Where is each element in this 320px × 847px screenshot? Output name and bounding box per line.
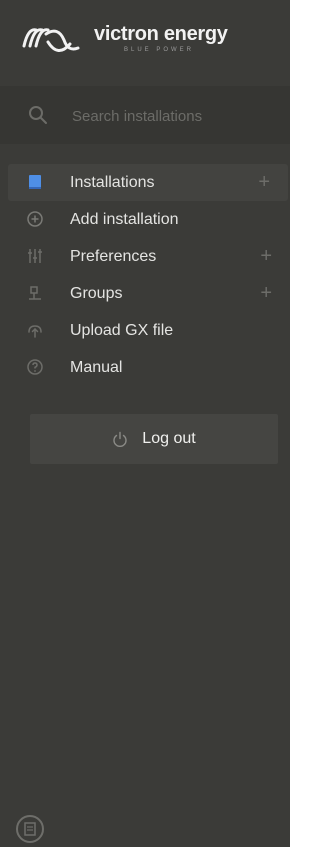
menu-item-installations[interactable]: Installations +: [8, 164, 288, 201]
upload-icon: [28, 325, 42, 338]
menu-item-preferences[interactable]: Preferences +: [0, 238, 290, 275]
sliders-icon: [28, 249, 42, 263]
power-icon: [113, 431, 127, 447]
installations-icon: [29, 175, 41, 189]
brand-name: victron energy: [94, 22, 228, 45]
menu-item-label: Groups: [70, 284, 123, 302]
menu-item-groups[interactable]: Groups +: [0, 275, 290, 312]
content-edge: [290, 0, 298, 847]
groups-icon: [29, 286, 41, 300]
logout-label: Log out: [142, 430, 196, 447]
victron-logo-mark-icon: [22, 28, 80, 52]
menu-item-manual[interactable]: Manual: [0, 349, 290, 386]
search-icon: [29, 106, 47, 124]
menu-item-label: Upload GX file: [70, 321, 174, 339]
nav-menu: Installations + Add installation Prefere…: [0, 164, 290, 386]
logo-text: victron energy BLUE POWER: [94, 24, 228, 53]
expand-plus-icon[interactable]: +: [258, 172, 270, 192]
search-input[interactable]: [70, 104, 274, 128]
search-bar: [0, 86, 290, 144]
logout-button[interactable]: Log out: [30, 414, 278, 464]
victron-logo[interactable]: victron energy BLUE POWER: [18, 18, 228, 58]
menu-item-label: Installations: [70, 173, 155, 191]
help-circle-icon: [27, 359, 43, 375]
sidebar: victron energy BLUE POWER Installations …: [0, 0, 290, 847]
menu-item-add-installation[interactable]: Add installation: [0, 201, 290, 238]
menu-item-label: Preferences: [70, 247, 157, 265]
add-circle-icon: [27, 211, 43, 227]
menu-item-label: Manual: [70, 358, 123, 376]
expand-plus-icon[interactable]: +: [260, 246, 272, 266]
collapse-sidebar-button[interactable]: [16, 815, 44, 843]
expand-plus-icon[interactable]: +: [260, 283, 272, 303]
menu-item-label: Add installation: [70, 210, 179, 228]
menu-item-upload-gx-file[interactable]: Upload GX file: [0, 312, 290, 349]
list-icon: [24, 822, 36, 836]
brand-tagline: BLUE POWER: [124, 46, 195, 53]
